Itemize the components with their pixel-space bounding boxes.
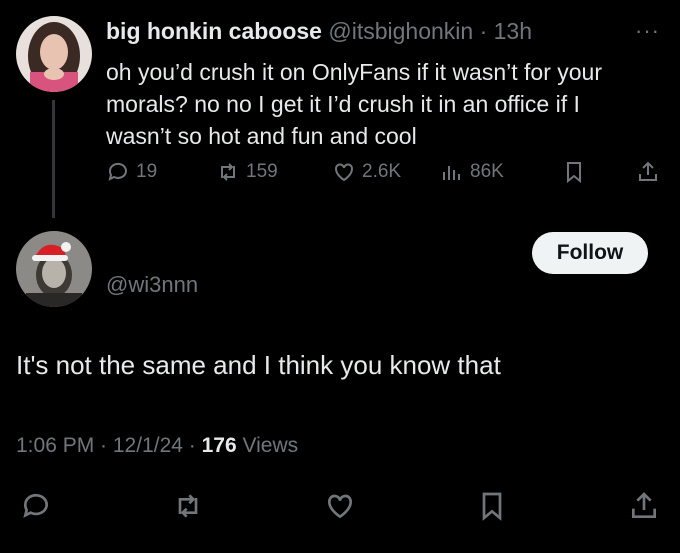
- tweet-text: It's not the same and I think you know t…: [16, 350, 501, 380]
- author-handle[interactable]: @itsbighonkin: [328, 18, 473, 44]
- bookmark-button-main[interactable]: [476, 490, 508, 527]
- bookmark-icon: [567, 162, 581, 184]
- like-button[interactable]: 2.6K: [332, 160, 401, 184]
- bookmark-button[interactable]: [562, 160, 586, 184]
- bookmark-icon: [482, 492, 502, 521]
- share-button-main[interactable]: [628, 490, 660, 527]
- avatar-wi3nnn[interactable]: [16, 231, 92, 307]
- repost-icon: [221, 163, 235, 181]
- like-icon: [327, 494, 353, 519]
- reply-icon: [23, 493, 48, 518]
- like-button-main[interactable]: [324, 490, 356, 527]
- views-button[interactable]: 86K: [440, 160, 504, 184]
- like-count: 2.6K: [362, 161, 402, 182]
- post-time[interactable]: 13h: [494, 18, 532, 44]
- avatar-itsbighonkin[interactable]: [16, 16, 92, 92]
- tweet-timestamp[interactable]: 1:06 PM · 12/1/24 ·: [16, 434, 202, 457]
- reply-button[interactable]: 19: [106, 160, 157, 184]
- tweet-actions: [0, 490, 680, 530]
- views-label: Views: [236, 434, 299, 457]
- views-count: 86K: [470, 161, 504, 182]
- follow-button[interactable]: Follow: [532, 232, 648, 274]
- share-icon: [639, 161, 657, 181]
- tweet-view-count: 176: [201, 434, 237, 457]
- reply-tweet-text: oh you’d crush it on OnlyFans if it wasn…: [106, 59, 602, 149]
- repost-button[interactable]: 159: [216, 160, 278, 184]
- thread-line: [52, 100, 55, 218]
- repost-icon: [178, 494, 198, 518]
- reply-button-main[interactable]: [20, 490, 52, 527]
- author-display-name[interactable]: big honkin caboose: [106, 18, 322, 44]
- repost-count: 159: [246, 161, 278, 182]
- views-icon: [443, 166, 460, 180]
- reply-count: 19: [136, 161, 158, 182]
- reply-tweet-actions: 19 159 2.6K 86K: [106, 160, 666, 192]
- separator-dot: ·: [479, 18, 488, 44]
- more-options-icon[interactable]: ···: [635, 18, 660, 44]
- like-icon: [335, 163, 353, 182]
- tweet-author-handle[interactable]: @wi3nnn: [106, 272, 198, 298]
- tweet-meta: 1:06 PM · 12/1/24 · 176 Views: [16, 434, 298, 458]
- share-button[interactable]: [636, 160, 660, 184]
- share-icon: [632, 492, 656, 518]
- reply-icon: [108, 162, 127, 181]
- reply-author-row: big honkin caboose @itsbighonkin · 13h: [106, 18, 532, 45]
- repost-button-main[interactable]: [172, 490, 204, 527]
